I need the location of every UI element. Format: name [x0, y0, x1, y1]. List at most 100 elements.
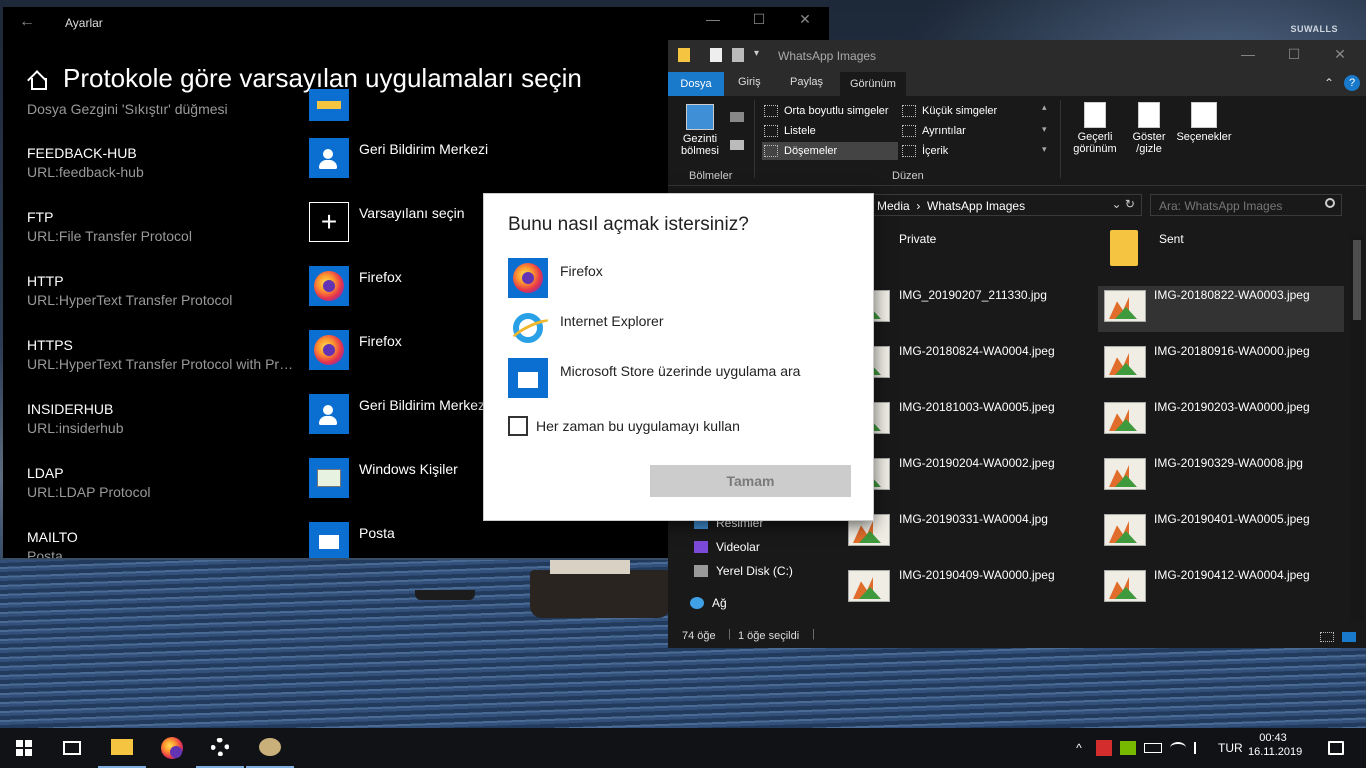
file-item[interactable]: IMG-20180916-WA0000.jpeg — [1098, 342, 1348, 388]
address-dropdown-icon[interactable]: ⌄ ↻ — [1112, 197, 1135, 211]
action-center-button[interactable] — [1312, 728, 1360, 768]
always-use-checkbox[interactable]: Her zaman bu uygulamayı kullan — [508, 416, 740, 436]
explorer-titlebar: ▾ WhatsApp Images — ☐ ✕ — [668, 40, 1366, 72]
app-name[interactable]: Posta — [359, 525, 395, 541]
details-pane-icon[interactable] — [730, 140, 744, 150]
battery-icon[interactable] — [1144, 743, 1162, 753]
layout-expand-icon[interactable]: ▾ — [1042, 144, 1047, 155]
feedback-hub-icon[interactable] — [309, 138, 349, 178]
system-tray: ^ TUR — [1070, 728, 1243, 768]
app-name[interactable]: Geri Bildirim Merkezi — [359, 397, 488, 413]
task-view-button[interactable] — [48, 728, 96, 768]
app-name[interactable]: Firefox — [359, 269, 402, 285]
vertical-scrollbar[interactable] — [1350, 236, 1364, 620]
collapse-ribbon-icon[interactable]: ⌃ — [1324, 76, 1334, 90]
home-icon[interactable] — [27, 69, 47, 90]
file-item[interactable]: IMG-20190329-WA0008.jpg — [1098, 454, 1348, 500]
layout-scroll-down-icon[interactable]: ▾ — [1042, 124, 1047, 135]
folder-item[interactable]: Sent — [1088, 230, 1342, 276]
protocol-desc: URL:HyperText Transfer Protocol with Pri… — [27, 356, 295, 372]
volume-icon[interactable] — [1194, 742, 1208, 754]
option-firefox[interactable]: Firefox — [508, 258, 603, 298]
file-item[interactable]: IMG-20190412-WA0004.jpeg — [1098, 566, 1348, 612]
file-item[interactable]: IMG-20190401-WA0005.jpeg — [1098, 510, 1348, 556]
image-thumbnail — [1104, 402, 1146, 434]
tab-file[interactable]: Dosya — [668, 72, 724, 96]
nav-item-videos[interactable]: Videolar — [694, 540, 760, 554]
option-internet-explorer[interactable]: Internet Explorer — [508, 308, 664, 348]
nvidia-icon[interactable] — [1120, 741, 1136, 755]
navigation-pane-button[interactable]: Gezinti bölmesi — [678, 104, 722, 157]
plus-icon[interactable]: + — [309, 202, 349, 242]
scroll-thumb[interactable] — [1353, 240, 1361, 320]
start-button[interactable] — [0, 728, 48, 768]
feedback-hub-icon[interactable] — [309, 394, 349, 434]
protocol-desc: URL:File Transfer Protocol — [27, 228, 192, 244]
mail-icon[interactable] — [309, 522, 349, 558]
checkbox-box[interactable] — [508, 416, 528, 436]
clock[interactable]: 00:43 16.11.2019 — [1248, 732, 1302, 758]
nav-item-local-disk[interactable]: Yerel Disk (C:) — [694, 564, 793, 578]
current-view-button[interactable]: Geçerli görünüm — [1066, 102, 1124, 155]
firefox-icon[interactable] — [309, 330, 349, 370]
taskbar-firefox[interactable] — [148, 728, 196, 768]
file-item[interactable]: IMG-20190409-WA0000.jpeg — [828, 566, 1082, 612]
layout-medium-icons[interactable]: Orta boyutlu simgeler — [762, 102, 889, 120]
ok-button[interactable]: Tamam — [650, 465, 851, 497]
options-button[interactable]: Seçenekler — [1174, 102, 1234, 143]
navigation-pane-label: Gezinti bölmesi — [681, 133, 719, 157]
close-icon[interactable]: ✕ — [1330, 46, 1350, 63]
tab-home[interactable]: Giriş — [738, 76, 761, 88]
minimize-icon[interactable]: — — [1238, 46, 1258, 62]
layout-content[interactable]: İçerik — [900, 142, 948, 160]
layout-list[interactable]: Listele — [762, 122, 816, 140]
taskbar-file-explorer[interactable] — [98, 728, 146, 768]
layout-small-icons[interactable]: Küçük simgeler — [900, 102, 997, 120]
breadcrumb-media[interactable]: Media — [877, 199, 910, 213]
layout-tiles[interactable]: Döşemeler — [762, 142, 898, 160]
preview-pane-icon[interactable] — [730, 112, 744, 122]
minimize-icon[interactable]: — — [703, 11, 723, 27]
tray-app-icon[interactable] — [1096, 740, 1112, 756]
app-name[interactable]: Firefox — [359, 333, 402, 349]
layout-scroll-up-icon[interactable]: ▴ — [1042, 102, 1047, 113]
firefox-icon[interactable] — [309, 266, 349, 306]
dialog-question: Bunu nasıl açmak istersiniz? — [508, 214, 749, 235]
search-input[interactable]: Ara: WhatsApp Images — [1150, 194, 1342, 216]
nav-item-network[interactable]: Ağ — [690, 596, 727, 610]
app-name[interactable]: Geri Bildirim Merkezi — [359, 141, 488, 157]
people-icon[interactable] — [309, 458, 349, 498]
taskbar-paint[interactable] — [246, 728, 294, 768]
help-icon[interactable]: ? — [1344, 75, 1360, 91]
file-item-selected[interactable]: IMG-20180822-WA0003.jpeg — [1098, 286, 1344, 332]
quick-access-dropdown-icon[interactable]: ▾ — [754, 48, 759, 59]
tab-share[interactable]: Paylaş — [790, 76, 823, 88]
breadcrumb-whatsapp-images[interactable]: WhatsApp Images — [927, 199, 1025, 213]
large-icons-view-icon[interactable] — [1342, 632, 1356, 642]
show-hide-button[interactable]: Göster /gizle — [1128, 102, 1170, 155]
chevron-up-icon[interactable]: ^ — [1070, 741, 1088, 755]
close-icon[interactable]: ✕ — [795, 11, 815, 28]
watermark: SUWALLS — [1290, 24, 1338, 34]
tab-view[interactable]: Görünüm — [840, 72, 906, 96]
protocol-name: HTTPS — [27, 337, 73, 353]
option-microsoft-store[interactable]: Microsoft Store üzerinde uygulama ara — [508, 358, 800, 398]
properties-icon[interactable] — [710, 48, 722, 62]
image-thumbnail — [1104, 290, 1146, 322]
back-arrow-icon[interactable]: ← — [19, 13, 35, 31]
new-folder-icon[interactable] — [732, 48, 744, 62]
folder-icon — [1110, 230, 1138, 266]
zip-folder-icon[interactable] — [309, 89, 349, 121]
wifi-icon[interactable] — [1170, 742, 1186, 754]
taskbar-settings[interactable] — [196, 728, 244, 768]
details-view-icon[interactable] — [1320, 632, 1334, 642]
app-name[interactable]: Varsayılanı seçin — [359, 205, 465, 221]
file-item[interactable]: IMG-20190203-WA0000.jpeg — [1098, 398, 1348, 444]
language-indicator[interactable]: TUR — [1218, 741, 1243, 755]
options-label: Seçenekler — [1176, 131, 1232, 143]
layout-details[interactable]: Ayrıntılar — [900, 122, 966, 140]
maximize-icon[interactable]: ☐ — [1284, 46, 1304, 63]
app-name[interactable]: Windows Kişiler — [359, 461, 458, 477]
maximize-icon[interactable]: ☐ — [749, 11, 769, 28]
address-bar[interactable]: Media › WhatsApp Images ⌄ ↻ — [868, 194, 1142, 216]
